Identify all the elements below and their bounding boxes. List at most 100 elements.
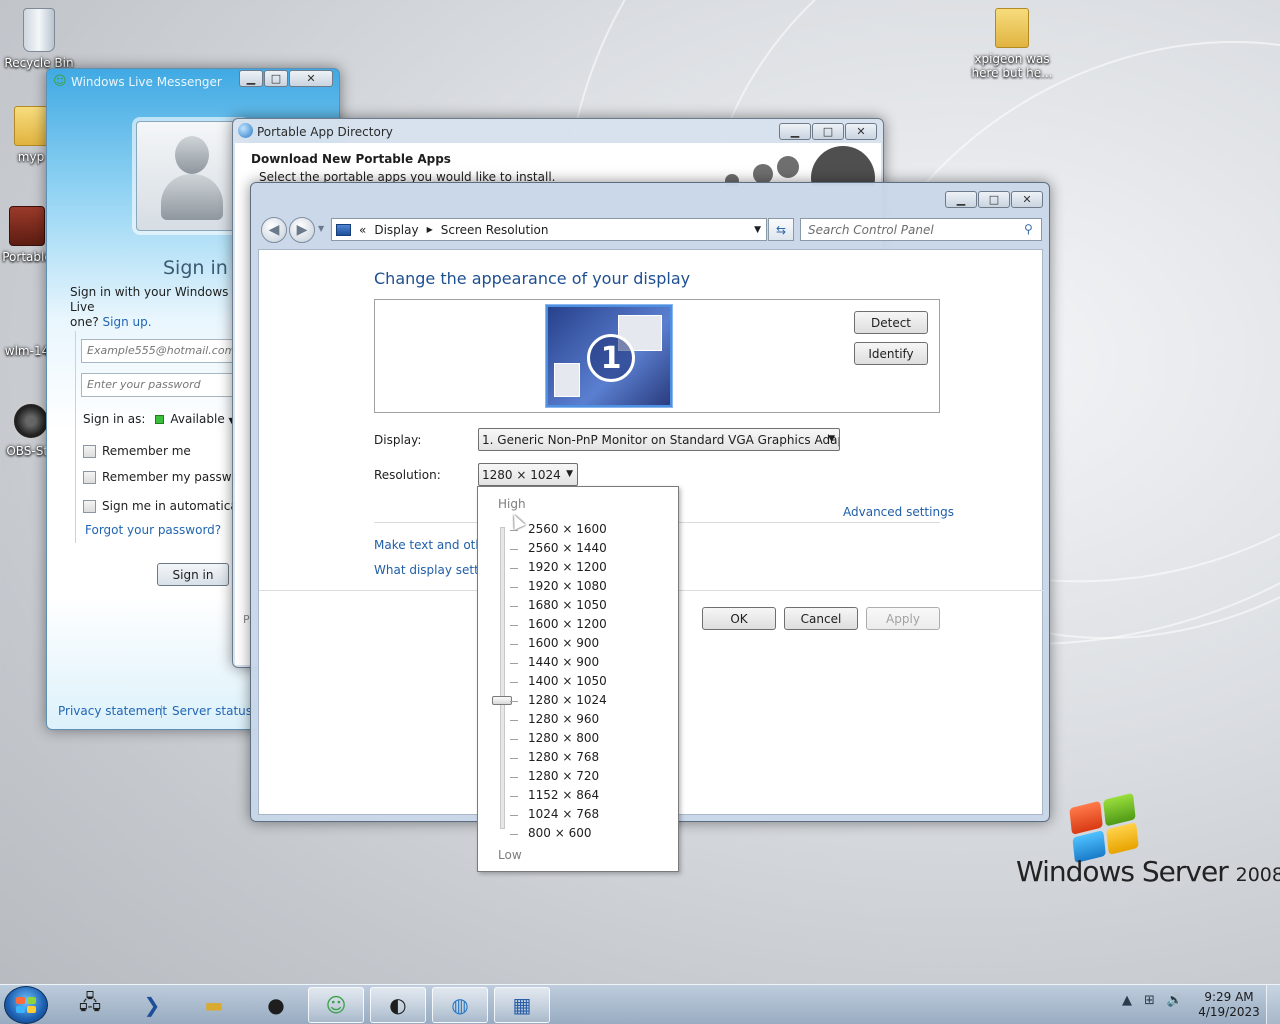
remember-me-checkbox[interactable]: [83, 444, 96, 458]
minimize-button[interactable]: ▁: [239, 70, 263, 87]
ok-button[interactable]: OK: [702, 607, 776, 630]
refresh-button[interactable]: ⇆: [768, 218, 794, 241]
monitor-window-graphic: [554, 363, 580, 397]
remember-me-row[interactable]: Remember me: [83, 444, 191, 458]
resolution-option[interactable]: 1152 × 864: [528, 788, 599, 802]
resolution-option[interactable]: 1280 × 960: [528, 712, 599, 726]
address-bar[interactable]: « Display ▶ Screen Resolution ▼: [331, 218, 767, 241]
resolution-option[interactable]: 1920 × 1200: [528, 560, 607, 574]
password-input[interactable]: Enter your password: [81, 373, 239, 397]
minimize-button[interactable]: ▁: [945, 191, 977, 208]
taskbar-raccoon-app[interactable]: ●: [248, 987, 304, 1023]
taskbar-messenger[interactable]: ☺: [308, 987, 364, 1023]
network-icon[interactable]: ⊞: [1144, 993, 1155, 1008]
resolution-dropdown[interactable]: High Low 2560 × 1600 2560 × 1440 1920 × 12…: [477, 486, 679, 872]
chevron-down-icon[interactable]: ▼: [754, 225, 761, 235]
portable-apps-icon: ◐: [389, 993, 407, 1017]
breadcrumb-display[interactable]: Display: [374, 223, 418, 237]
taskbar-portable-apps[interactable]: ◐: [370, 987, 426, 1023]
clock[interactable]: 9:29 AM 4/19/2023: [1196, 990, 1262, 1020]
resolution-option[interactable]: 1280 × 1024: [528, 693, 607, 707]
volume-icon[interactable]: 🔊: [1167, 993, 1183, 1008]
resolution-option[interactable]: 1680 × 1050: [528, 598, 607, 612]
desktop-icon-xpigeon[interactable]: xpigeon was here but he...: [970, 8, 1054, 80]
desktop-icon-label: wlm-14: [4, 344, 50, 358]
cancel-button[interactable]: Cancel: [784, 607, 858, 630]
resolution-option[interactable]: 1280 × 800: [528, 731, 599, 745]
status-label: Available: [170, 412, 225, 426]
recent-pages-icon[interactable]: ▼: [318, 224, 324, 233]
portable-banner-art: [725, 146, 875, 186]
search-icon[interactable]: ⚲: [1024, 222, 1043, 236]
maximize-button[interactable]: □: [264, 70, 288, 87]
forgot-password-link[interactable]: Forgot your password?: [85, 523, 221, 537]
resolution-select[interactable]: 1280 × 1024 ▼: [478, 463, 578, 486]
auto-signin-checkbox[interactable]: [83, 499, 96, 513]
desktop-icon-recycle-bin[interactable]: Recycle Bin: [0, 8, 78, 70]
maximize-button[interactable]: □: [978, 191, 1010, 208]
close-button[interactable]: ✕: [1011, 191, 1043, 208]
email-input[interactable]: Example555@hotmail.com: [81, 339, 239, 363]
clock-date: 4/19/2023: [1198, 1005, 1260, 1019]
taskbar-globe-app[interactable]: ◍: [432, 987, 488, 1023]
resolution-slider-thumb[interactable]: [492, 696, 512, 705]
taskbar-powershell[interactable]: ❯: [124, 987, 180, 1023]
resolution-option[interactable]: 1400 × 1050: [528, 674, 607, 688]
resolution-option[interactable]: 1600 × 1200: [528, 617, 607, 631]
slider-tick-mark: [510, 587, 518, 588]
resolution-option[interactable]: 2560 × 1440: [528, 541, 607, 555]
resolution-option[interactable]: 1280 × 768: [528, 750, 599, 764]
globe-icon: ◍: [451, 993, 469, 1017]
resolution-option[interactable]: 1280 × 720: [528, 769, 599, 783]
apply-button[interactable]: Apply: [866, 607, 940, 630]
resolution-option[interactable]: 1920 × 1080: [528, 579, 607, 593]
maximize-button[interactable]: □: [812, 123, 844, 140]
avatar-head: [175, 136, 209, 174]
signup-link[interactable]: Sign up.: [103, 315, 152, 329]
remember-password-row[interactable]: Remember my password: [83, 470, 251, 484]
monitor-1-tile[interactable]: 1: [546, 305, 672, 407]
remember-password-checkbox[interactable]: [83, 470, 96, 484]
identify-button[interactable]: Identify: [854, 342, 928, 365]
panel-border: [75, 331, 76, 543]
taskbar-control-panel[interactable]: ▦: [494, 987, 550, 1023]
avatar[interactable]: [136, 121, 246, 231]
slider-tick-mark: [510, 701, 518, 702]
privacy-link[interactable]: Privacy statement: [58, 704, 167, 718]
resolution-option[interactable]: 2560 × 1600: [528, 522, 607, 536]
slider-tick-mark: [510, 834, 518, 835]
show-desktop-button[interactable]: [1266, 985, 1280, 1024]
display-select[interactable]: 1. Generic Non-PnP Monitor on Standard V…: [478, 428, 840, 451]
refresh-icon: ⇆: [775, 222, 787, 237]
server-status-link[interactable]: Server status: [172, 704, 252, 718]
detect-button[interactable]: Detect: [854, 311, 928, 334]
auto-signin-row[interactable]: Sign me in automatically: [83, 499, 251, 513]
breadcrumb-screen-resolution[interactable]: Screen Resolution: [441, 223, 549, 237]
resolution-option[interactable]: 1440 × 900: [528, 655, 599, 669]
search-input[interactable]: Search Control Panel: [800, 218, 1042, 241]
powershell-icon: ❯: [143, 993, 161, 1017]
minimize-button[interactable]: ▁: [779, 123, 811, 140]
resolution-low-label: Low: [498, 848, 522, 862]
show-hidden-icons-icon[interactable]: ▲: [1122, 993, 1132, 1008]
resolution-option[interactable]: 1600 × 900: [528, 636, 599, 650]
signin-button[interactable]: Sign in: [157, 563, 229, 586]
close-button[interactable]: ✕: [845, 123, 877, 140]
start-button[interactable]: [4, 986, 48, 1024]
forward-button[interactable]: ▶: [289, 217, 315, 243]
signin-text-line2: one?: [70, 315, 99, 329]
resolution-option[interactable]: 1024 × 768: [528, 807, 599, 821]
breadcrumb-overflow-icon[interactable]: «: [359, 223, 366, 237]
status-dropdown[interactable]: Available ▼: [170, 412, 234, 426]
portable-edge-text: P: [243, 613, 250, 626]
slider-tick-mark: [510, 606, 518, 607]
taskbar-explorer[interactable]: ▬: [186, 987, 242, 1023]
advanced-settings-link[interactable]: Advanced settings: [843, 505, 954, 519]
close-button[interactable]: ✕: [289, 70, 333, 87]
back-button[interactable]: ◀: [261, 217, 287, 243]
taskbar-server-manager[interactable]: 🖧: [62, 987, 118, 1023]
slider-tick-mark: [510, 682, 518, 683]
monitor-number: 1: [587, 334, 635, 382]
resolution-slider-track[interactable]: [500, 527, 505, 829]
resolution-option[interactable]: 800 × 600: [528, 826, 592, 840]
